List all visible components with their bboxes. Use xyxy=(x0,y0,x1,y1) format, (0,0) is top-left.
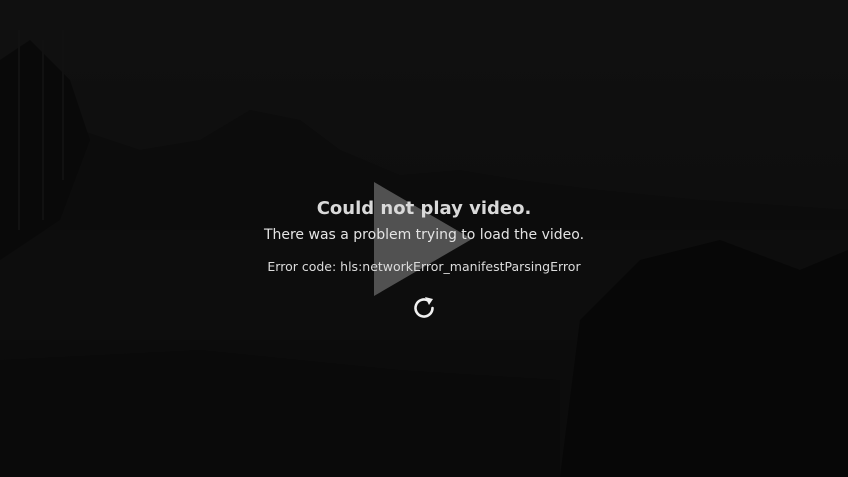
refresh-icon[interactable] xyxy=(410,294,438,322)
error-title: Could not play video. xyxy=(316,198,532,219)
video-player[interactable]: Could not play video. There was a proble… xyxy=(0,0,848,477)
error-message: There was a problem trying to load the v… xyxy=(263,227,585,243)
error-code: Error code: hls:networkError_manifestPar… xyxy=(267,259,581,274)
error-panel: Could not play video. There was a proble… xyxy=(174,196,674,277)
